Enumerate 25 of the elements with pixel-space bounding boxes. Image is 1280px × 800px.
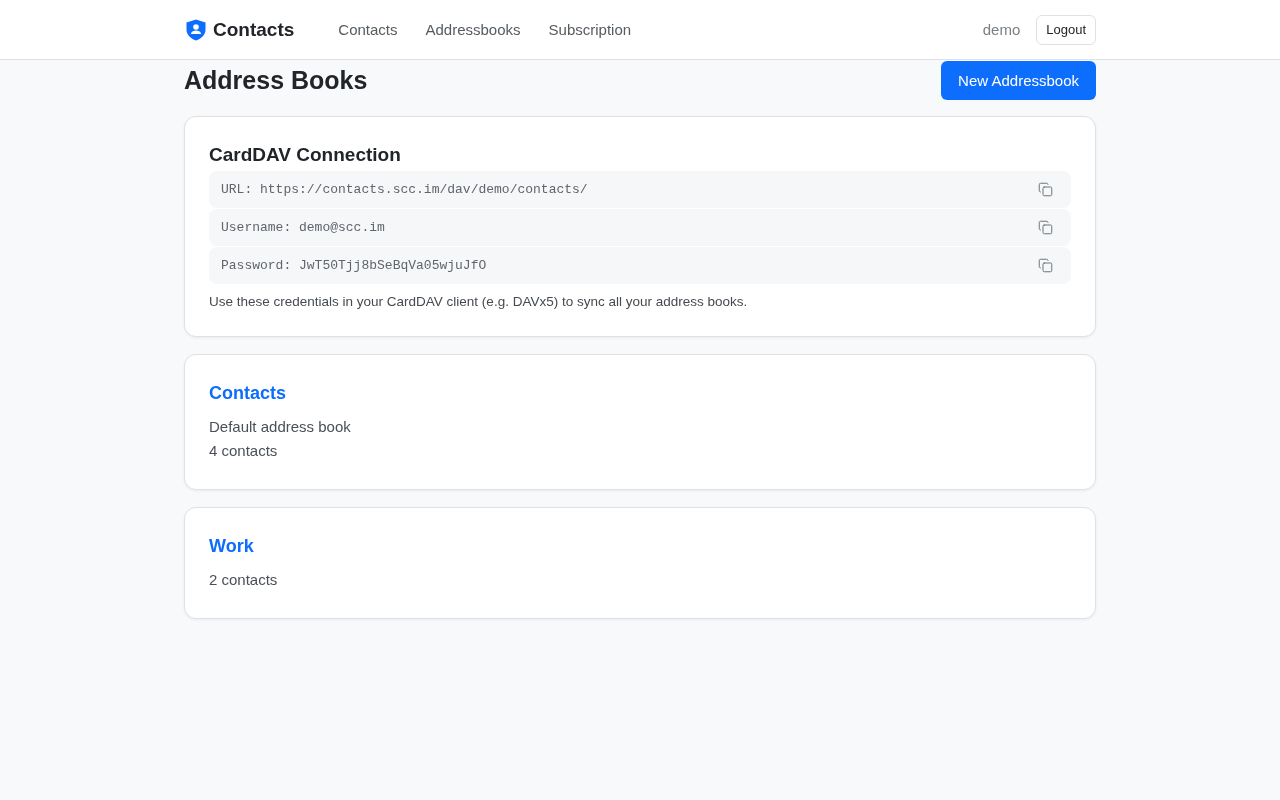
card-title: CardDAV Connection [209,143,402,167]
copy-button[interactable] [1038,220,1053,235]
addressbook-description: Default address book [209,417,352,437]
contact-count: 2 contacts [209,570,279,590]
copy-button[interactable] [1038,258,1053,273]
user-name: demo [982,21,1021,38]
shield-person-icon [186,18,206,41]
credential-text: Password: JwT50Tjj8bSeBqVa05wjuJfO [221,258,487,273]
page-title: Address Books [184,66,368,95]
logout-button[interactable]: Logout [1036,14,1096,45]
contact-count: 4 contacts [209,441,279,461]
copy-button[interactable] [1038,182,1053,197]
copy-icon [1038,182,1053,197]
credential-text: URL: https://contacts.scc.im/dav/demo/contacts/ [221,182,588,197]
nav-link[interactable]: Contacts [338,21,398,38]
help-text: Use these credentials in your CardDAV client (e.g. DAVx5) to sync all your address books. [209,294,749,309]
copy-icon [1038,258,1053,273]
copy-icon [1038,220,1053,235]
addressbook-name-link[interactable]: Contacts [209,381,286,405]
nav-link[interactable]: Addressbooks [425,21,521,38]
addressbook-name-link[interactable]: Work [209,534,254,558]
credential-text: Username: demo@scc.im [221,220,385,235]
new-addressbook-button[interactable]: New Addressbook [941,61,1096,100]
nav-link[interactable]: Subscription [548,21,632,38]
brand-link[interactable]: Contacts [186,18,295,41]
